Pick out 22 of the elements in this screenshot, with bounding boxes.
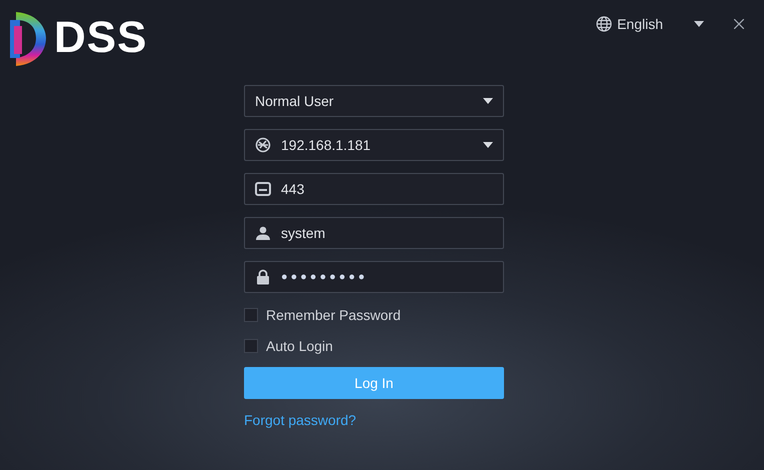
checkbox-label: Auto Login — [266, 338, 333, 354]
port-icon — [255, 181, 271, 197]
caret-icon — [483, 98, 493, 104]
user-icon — [255, 225, 271, 241]
password-field[interactable]: ●●●●●●●●● — [244, 261, 504, 293]
dropdown-field[interactable]: Normal User — [244, 85, 504, 117]
close-icon — [734, 19, 744, 29]
input-field[interactable]: 443 — [244, 173, 504, 205]
globe-icon — [596, 16, 612, 32]
logo-text: DSS — [54, 13, 148, 63]
language-selector[interactable]: English — [596, 16, 704, 32]
forgot-password-link[interactable]: Forgot password? — [244, 412, 356, 428]
caret-icon — [694, 21, 704, 27]
checkbox[interactable] — [244, 339, 258, 353]
lock-icon — [255, 269, 271, 285]
dropdown-field[interactable]: 192.168.1.181 — [244, 129, 504, 161]
input-field[interactable]: system — [244, 217, 504, 249]
checkbox[interactable] — [244, 308, 258, 322]
language-label: English — [617, 16, 663, 32]
network-icon — [255, 137, 271, 153]
checkbox-label: Remember Password — [266, 307, 401, 323]
caret-icon — [483, 142, 493, 148]
